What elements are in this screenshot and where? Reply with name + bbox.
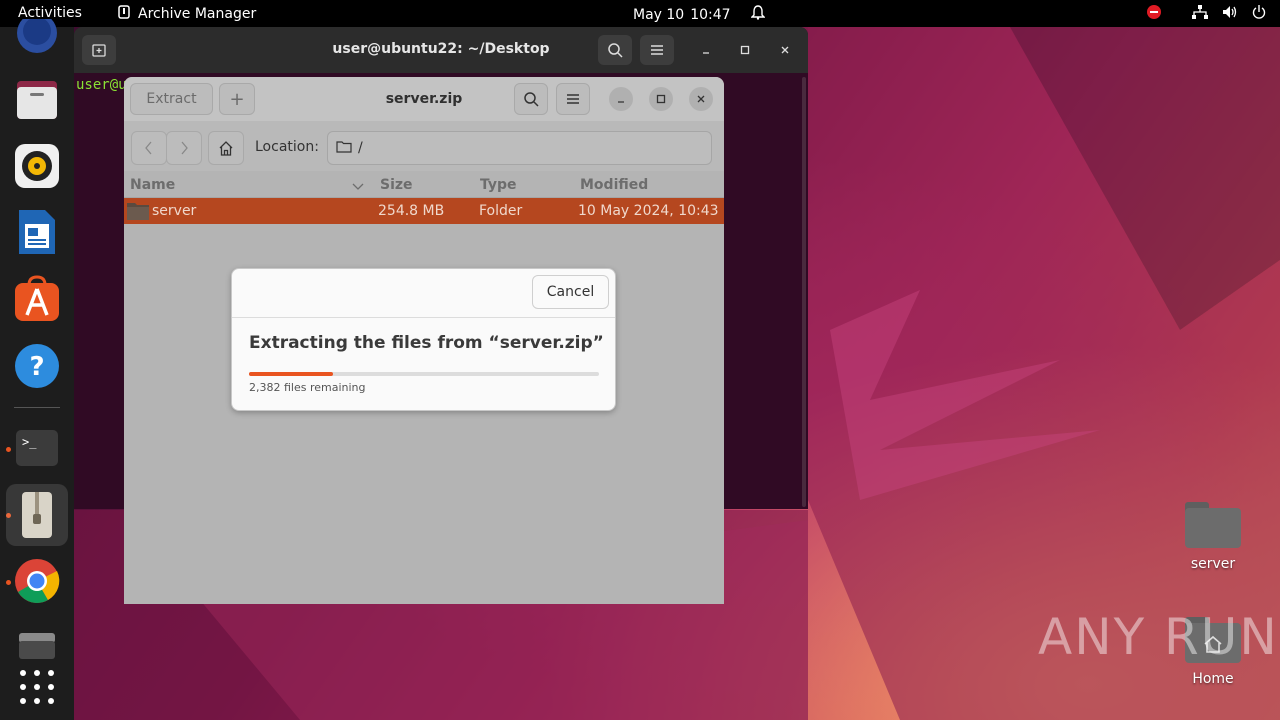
archive-close-button[interactable]	[689, 87, 713, 111]
maximize-icon	[656, 94, 666, 104]
dock-chrome[interactable]	[13, 557, 61, 605]
anyrun-watermark: ANY RUN	[1038, 608, 1279, 666]
terminal-minimize-button[interactable]	[694, 38, 718, 62]
dialog-header: Cancel	[232, 269, 615, 318]
chrome-icon	[15, 559, 60, 603]
folder-icon	[1185, 502, 1241, 548]
column-size[interactable]: Size	[380, 177, 413, 193]
row-size: 254.8 MB	[378, 203, 445, 219]
running-indicator	[6, 580, 11, 585]
clock-time: 10:47	[690, 6, 731, 23]
archive-title: server.zip	[385, 91, 463, 107]
do-not-disturb-icon	[1146, 4, 1162, 24]
archive-minimize-button[interactable]	[609, 87, 633, 111]
desktop-icon-label: Home	[1192, 671, 1234, 687]
archive-maximize-button[interactable]	[649, 87, 673, 111]
table-row[interactable]: server 254.8 MB Folder 10 May 2024, 10:4…	[124, 198, 724, 224]
dialog-title: Extracting the files from “server.zip”	[249, 333, 604, 353]
forward-button[interactable]	[166, 131, 202, 165]
terminal-search-button[interactable]	[598, 35, 632, 65]
search-icon	[608, 43, 623, 58]
close-icon	[781, 46, 789, 54]
dock-archive-manager[interactable]	[6, 484, 68, 546]
row-name: server	[152, 203, 197, 219]
clock-date: May 10	[633, 6, 685, 23]
help-icon: ?	[15, 344, 59, 388]
location-path: /	[358, 140, 363, 156]
firefox-icon	[17, 13, 57, 53]
archive-menu-button[interactable]	[556, 83, 590, 115]
home-icon	[219, 140, 233, 156]
dock-rhythmbox[interactable]	[13, 142, 61, 190]
terminal-maximize-button[interactable]	[733, 38, 757, 62]
home-button[interactable]	[208, 131, 244, 165]
column-headers: Name Size Type Modified	[124, 173, 724, 198]
maximize-icon	[740, 45, 750, 55]
extract-progress-bar	[249, 372, 599, 376]
extract-progress-dialog: Cancel Extracting the files from “server…	[231, 268, 616, 411]
dock-writer[interactable]	[13, 208, 61, 256]
cancel-button[interactable]: Cancel	[532, 275, 609, 309]
volume-icon	[1222, 5, 1238, 23]
system-status-area[interactable]	[1146, 4, 1266, 24]
archive-headerbar[interactable]: Extract + server.zip	[124, 77, 724, 121]
hamburger-icon	[651, 45, 663, 55]
dock-app-center[interactable]	[13, 275, 61, 323]
chevron-right-icon	[181, 141, 188, 155]
sort-chevron-down-icon	[352, 179, 364, 195]
search-icon	[524, 92, 539, 107]
folder-icon	[336, 140, 352, 157]
svg-text:?: ?	[29, 352, 44, 382]
minimize-icon	[703, 52, 709, 54]
show-applications-button[interactable]	[13, 663, 61, 711]
dock-files[interactable]	[13, 75, 61, 123]
row-type: Folder	[479, 203, 523, 219]
archive-search-button[interactable]	[514, 83, 548, 115]
minimize-icon	[618, 101, 624, 103]
files-remaining: 2,382 files remaining	[249, 381, 366, 394]
location-field[interactable]: /	[327, 131, 712, 165]
hamburger-icon	[567, 94, 579, 104]
archive-manager-icon	[22, 492, 52, 538]
column-type[interactable]: Type	[480, 177, 517, 193]
back-button[interactable]	[131, 131, 167, 165]
rhythmbox-icon	[15, 144, 59, 188]
svg-text:>_: >_	[22, 435, 37, 449]
running-indicator	[6, 447, 11, 452]
top-bar: Activities Archive Manager May 10 10:47	[0, 0, 1280, 27]
chevron-left-icon	[145, 141, 152, 155]
terminal-scrollbar[interactable]	[802, 77, 806, 507]
files-icon	[17, 81, 57, 119]
column-name[interactable]: Name	[130, 177, 175, 193]
progress-fill	[249, 372, 333, 376]
dock: ? >_	[0, 13, 74, 720]
app-menu[interactable]: Archive Manager	[118, 5, 256, 23]
desktop-icon-server[interactable]: server	[1173, 502, 1253, 572]
clock[interactable]: May 10 10:47	[633, 5, 766, 24]
terminal-icon: >_	[16, 430, 58, 466]
terminal-prompt: user@u	[76, 77, 127, 93]
network-icon	[1192, 5, 1208, 23]
dock-help[interactable]: ?	[13, 342, 61, 390]
app-grid-icon	[20, 670, 54, 704]
close-icon	[697, 95, 705, 103]
dock-separator	[14, 407, 60, 408]
terminal-close-button[interactable]	[773, 38, 797, 62]
dock-terminal[interactable]: >_	[13, 424, 61, 472]
terminal-menu-button[interactable]	[640, 35, 674, 65]
power-icon	[1252, 5, 1266, 23]
dock-firefox[interactable]	[13, 13, 61, 67]
libreoffice-writer-icon	[19, 210, 55, 254]
archive-app-icon	[118, 5, 130, 23]
row-modified: 10 May 2024, 10:43	[578, 203, 719, 219]
location-label: Location:	[255, 139, 319, 155]
desktop-icon-label: server	[1190, 556, 1236, 572]
folder-icon	[126, 200, 150, 225]
column-modified[interactable]: Modified	[580, 177, 648, 193]
app-center-icon	[15, 275, 59, 321]
app-name: Archive Manager	[138, 6, 257, 22]
notification-bell-icon	[749, 5, 766, 24]
terminal-titlebar[interactable]: user@ubuntu22: ~/Desktop	[74, 27, 808, 73]
